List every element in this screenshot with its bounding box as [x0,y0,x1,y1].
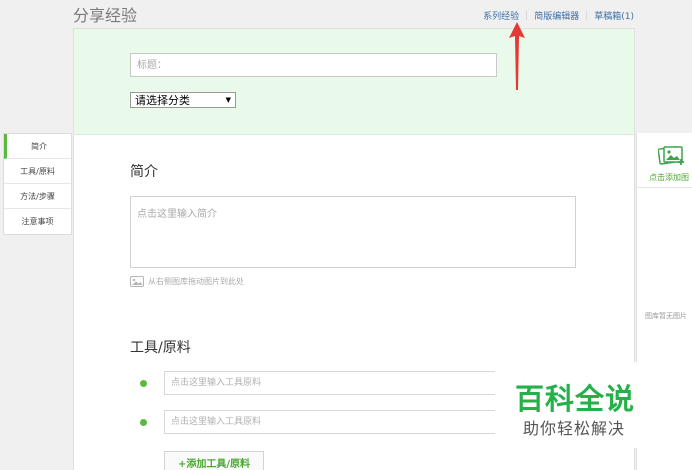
nav-item-tools[interactable]: 工具/原料 [4,159,71,184]
add-image-icon [658,146,684,165]
tool-input-2[interactable] [164,410,524,434]
category-select-value: 请选择分类 [135,94,190,107]
bullet-dot-icon [140,418,147,426]
page-title: 分享经验 [73,6,138,25]
drafts-link[interactable]: 草稿箱(1) [594,9,634,22]
title-input[interactable] [130,53,497,77]
section-nav: 简介 工具/原料 方法/步骤 注意事项 [3,133,72,235]
intro-heading: 简介 [130,164,158,180]
red-arrow-annotation [509,22,525,90]
gallery-add-label[interactable]: 点击添加图 [649,172,689,183]
tool-row [140,410,524,434]
category-select[interactable]: 请选择分类 ▼ [130,92,236,108]
watermark-title: 百科全说 [515,382,636,416]
link-divider: | [585,10,589,21]
title-area: 请选择分类 ▼ [74,29,634,135]
drag-hint-text: 从右侧图库拖动图片到此处 [148,277,244,286]
gallery-empty-text: 图库暂无图片 [645,312,687,320]
nav-item-steps[interactable]: 方法/步骤 [4,184,71,209]
tools-heading: 工具/原料 [130,340,191,356]
image-icon [130,276,144,287]
drag-image-hint: 从右侧图库拖动图片到此处 [130,276,244,287]
bullet-dot-icon [140,379,147,387]
nav-item-intro[interactable]: 简介 [4,134,71,159]
nav-item-notes[interactable]: 注意事项 [4,209,71,234]
intro-placeholder: 点击这里输入简介 [137,209,217,220]
tool-row [140,371,524,395]
watermark-logo: 百科全说 助你轻松解决 [495,362,668,448]
dropdown-arrow-icon: ▼ [225,96,231,104]
watermark-subtitle: 助你轻松解决 [523,419,626,438]
add-tool-button[interactable]: +添加工具/原料 [164,451,264,470]
gallery-add-area[interactable]: 点击添加图 [637,133,692,188]
tool-input-1[interactable] [164,371,524,395]
link-divider: | [525,10,529,21]
simple-editor-link[interactable]: 简版编辑器 [534,9,579,22]
intro-textarea[interactable]: 点击这里输入简介 [130,196,576,268]
